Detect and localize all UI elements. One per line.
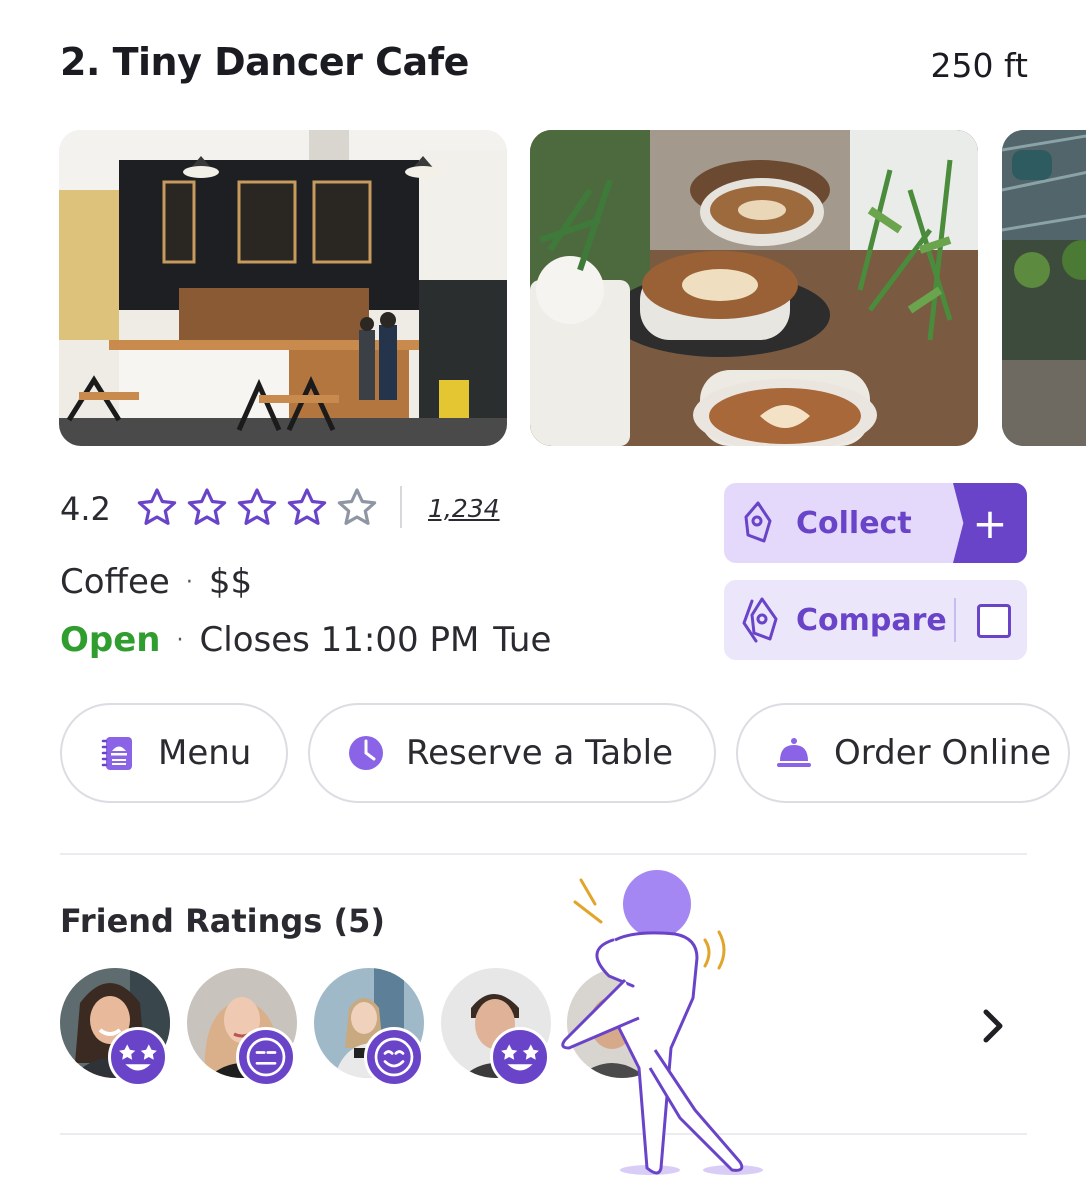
open-status: Open	[60, 620, 161, 660]
menu-label: Menu	[158, 733, 252, 773]
compare-label: Compare	[796, 602, 947, 638]
separator-dot: ·	[185, 569, 193, 595]
closing-time: Closes 11:00 PM	[199, 620, 480, 660]
service-bell-icon	[777, 738, 811, 767]
category-label: Coffee	[60, 562, 170, 602]
photo-greenhouse-cafe[interactable]	[1002, 130, 1086, 446]
rating-value: 4.2	[60, 490, 111, 528]
collect-button[interactable]: Collect +	[724, 483, 1027, 563]
star-filled-icon	[185, 486, 229, 530]
closing-day: Tue	[493, 620, 552, 660]
menu-button[interactable]: Menu	[60, 703, 288, 803]
star-filled-icon	[235, 486, 279, 530]
section-divider	[60, 853, 1027, 855]
section-divider	[60, 1133, 1027, 1135]
photo-latte-cups[interactable]	[530, 130, 978, 446]
business-card[interactable]: 2. Tiny Dancer Cafe 250 ft 4.2 1,234 Cof…	[0, 0, 1086, 1182]
review-count-link[interactable]: 1,234	[428, 494, 500, 523]
star-filled-icon	[135, 486, 179, 530]
star-struck-emoji-icon	[490, 1027, 550, 1087]
reserve-table-button[interactable]: Reserve a Table	[308, 703, 716, 803]
plus-icon: +	[972, 498, 1008, 548]
business-title[interactable]: 2. Tiny Dancer Cafe	[60, 40, 469, 84]
distance-label: 250 ft	[930, 46, 1028, 85]
separator-dot: ·	[176, 627, 184, 653]
smiling-face-emoji-icon	[364, 1027, 424, 1087]
hours-line: Open · Closes 11:00 PM Tue	[60, 620, 551, 660]
collect-add-button[interactable]: +	[953, 483, 1027, 563]
star-empty-icon	[335, 486, 379, 530]
clock-icon	[349, 736, 383, 770]
chevron-right-icon[interactable]	[978, 1006, 1010, 1046]
neutral-face-emoji-icon	[236, 1027, 296, 1087]
order-online-label: Order Online	[834, 733, 1052, 773]
rating-divider	[400, 486, 402, 528]
collect-label: Collect	[796, 505, 912, 541]
collection-tag-icon	[744, 501, 772, 543]
order-online-button[interactable]: Order Online	[736, 703, 1070, 803]
star-filled-icon	[285, 486, 329, 530]
photo-cafe-interior[interactable]	[59, 130, 507, 446]
menu-book-icon	[101, 737, 132, 770]
dancer-illustration	[561, 870, 763, 1175]
reserve-table-label: Reserve a Table	[406, 733, 674, 773]
star-struck-emoji-icon	[108, 1027, 168, 1087]
compare-button[interactable]: Compare	[724, 580, 1027, 660]
compare-divider	[954, 598, 956, 642]
price-level: $$	[208, 562, 253, 602]
compare-checkbox[interactable]	[977, 604, 1011, 638]
category-price-line: Coffee · $$	[60, 562, 252, 602]
star-rating	[135, 486, 379, 530]
compare-tags-icon	[742, 597, 778, 643]
friend-ratings-title: Friend Ratings (5)	[60, 902, 385, 940]
